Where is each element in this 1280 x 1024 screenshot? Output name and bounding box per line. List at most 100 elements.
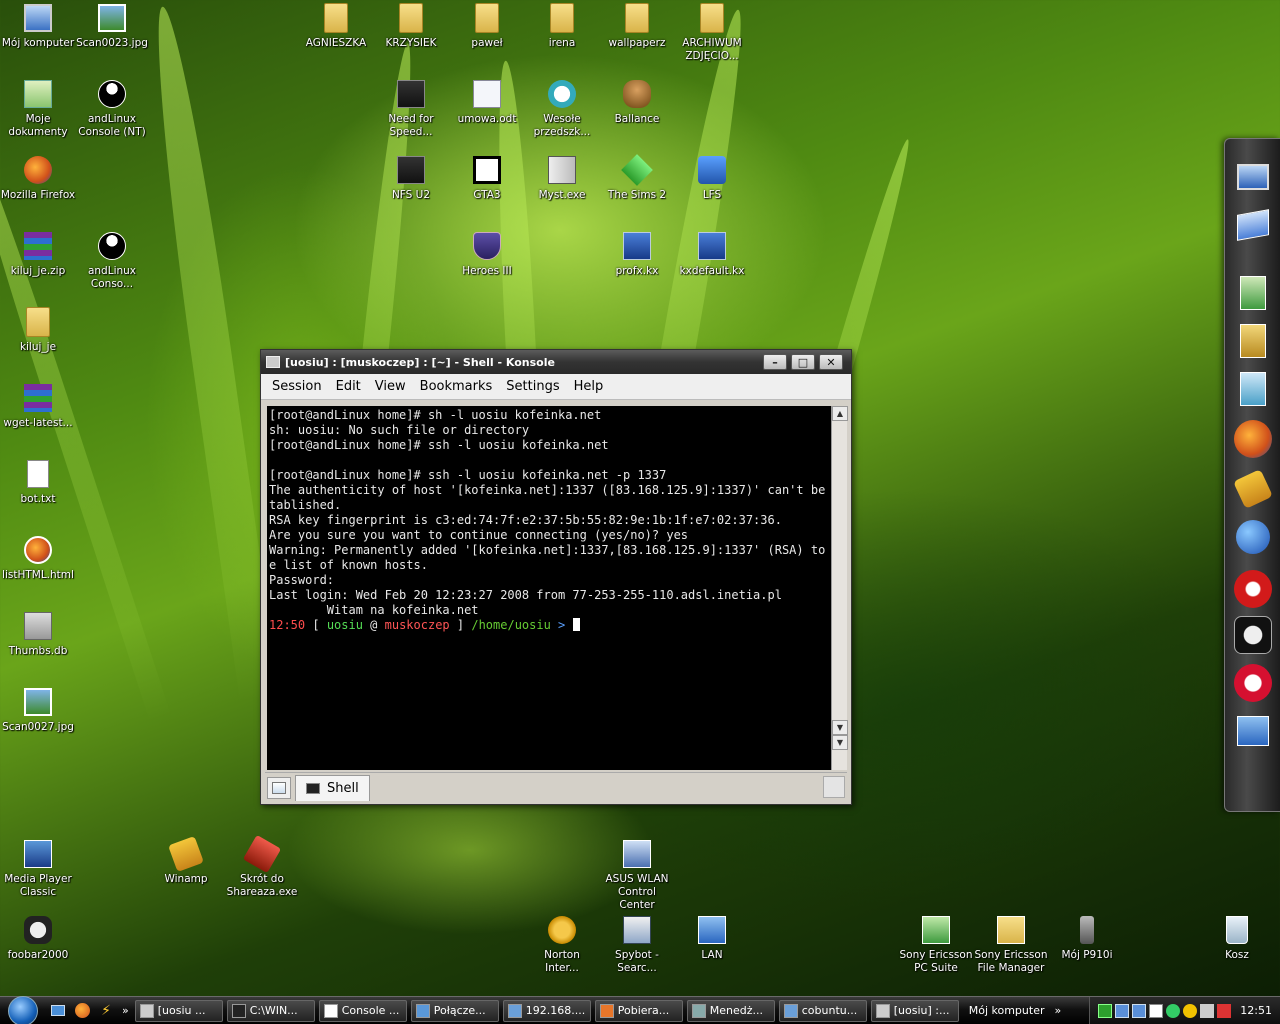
dock-item[interactable]	[1231, 367, 1275, 411]
terminal-scrollbar[interactable]: ▲ ▼ ▼	[831, 406, 848, 770]
taskbar-button[interactable]: [uosiu ...	[134, 999, 223, 1022]
desktop-icon[interactable]: Moje dokumenty	[0, 78, 76, 139]
scroll-bottom-arrow-icon[interactable]: ▼	[832, 735, 848, 750]
desktop-icon[interactable]: kiluj_je.zip	[0, 230, 76, 278]
address-more-icon[interactable]: »	[1055, 1004, 1062, 1017]
taskbar-button[interactable]: cobuntu...	[778, 999, 867, 1022]
desktop-icon[interactable]: andLinux Conso...	[74, 230, 150, 291]
dock-item[interactable]	[1231, 271, 1275, 315]
taskbar-button[interactable]: Menedż...	[686, 999, 775, 1022]
desktop-icon[interactable]: ASUS WLAN Control Center	[599, 838, 675, 912]
dock-item[interactable]	[1231, 155, 1275, 199]
taskbar-button[interactable]: C:\WIN...	[226, 999, 315, 1022]
desktop-icon[interactable]: paweł	[449, 2, 525, 50]
desktop-icon[interactable]: Skrót do Shareaza.exe	[224, 834, 300, 899]
maximize-button[interactable]: □	[791, 354, 815, 370]
dock-item[interactable]	[1231, 515, 1275, 559]
dock-item[interactable]	[1231, 467, 1275, 511]
desktop-icon[interactable]: AGNIESZKA	[298, 2, 374, 50]
dock-item[interactable]	[1231, 613, 1275, 657]
menu-settings[interactable]: Settings	[499, 379, 566, 394]
network-tray-icon-2[interactable]	[1132, 1003, 1147, 1018]
eraser-icon	[1234, 570, 1272, 608]
desktop-icon[interactable]: Mój komputer	[0, 2, 76, 50]
desktop-icon[interactable]: kxdefault.kx	[674, 230, 750, 278]
title-bar[interactable]: [uosiu] : [muskoczep] : [~] - Shell - Ko…	[261, 350, 851, 374]
network-tray-icon[interactable]	[1115, 1003, 1130, 1018]
desktop-icon[interactable]: listHTML.html	[0, 534, 76, 582]
desktop-icon[interactable]: Scan0023.jpg	[74, 2, 150, 50]
security-tray-icon[interactable]	[1217, 1003, 1232, 1018]
menu-help[interactable]: Help	[567, 379, 611, 394]
desktop-icon[interactable]: Thumbs.db	[0, 610, 76, 658]
taskbar-button[interactable]: 192.168....	[502, 999, 591, 1022]
tab-shell[interactable]: Shell	[295, 774, 370, 801]
close-session-button[interactable]	[823, 776, 845, 798]
dock-item[interactable]	[1231, 319, 1275, 363]
desktop-icon[interactable]: Wesołe przedszk...	[524, 78, 600, 139]
quicklaunch-firefox-icon[interactable]	[71, 1000, 93, 1022]
clock[interactable]: 12:51	[1240, 1004, 1272, 1017]
desktop-icon[interactable]: Need for Speed...	[373, 78, 449, 139]
menu-edit[interactable]: Edit	[329, 379, 368, 394]
desktop-icon[interactable]: Spybot - Searc...	[599, 914, 675, 975]
kx-mixer-icon[interactable]	[1149, 1003, 1164, 1018]
desktop-icon[interactable]: Myst.exe	[524, 154, 600, 202]
scroll-down-arrow-icon[interactable]: ▼	[832, 720, 848, 735]
desktop-icon[interactable]: ARCHIWUM ZDJĘCIO...	[674, 2, 750, 63]
desktop-icon[interactable]: LFS	[674, 154, 750, 202]
desktop-icon[interactable]: Scan0027.jpg	[0, 686, 76, 734]
desktop-icon[interactable]: Norton Inter...	[524, 914, 600, 975]
battery-icon[interactable]	[1098, 1003, 1113, 1018]
desktop-icon[interactable]: profx.kx	[599, 230, 675, 278]
dock-item[interactable]	[1231, 567, 1275, 611]
dock-item[interactable]	[1231, 709, 1275, 753]
scroll-up-arrow-icon[interactable]: ▲	[832, 406, 848, 421]
desktop-icon[interactable]: Winamp	[148, 836, 224, 886]
desktop-icon[interactable]: wget-latest...	[0, 382, 76, 430]
scroll-track[interactable]	[832, 421, 847, 720]
terminal-output[interactable]: [root@andLinux home]# sh -l uosiu kofein…	[267, 406, 831, 770]
desktop-icon[interactable]: Kosz	[1199, 914, 1275, 962]
start-button[interactable]	[0, 995, 46, 1024]
dock-item[interactable]	[1231, 417, 1275, 461]
desktop-icon[interactable]: LAN	[674, 914, 750, 962]
address-toolbar[interactable]: Mój komputer	[969, 1004, 1045, 1017]
desktop-icon[interactable]: wallpaperz	[599, 2, 675, 50]
taskbar-button[interactable]: Połącze...	[410, 999, 499, 1022]
desktop-icon[interactable]: foobar2000	[0, 914, 76, 962]
quicklaunch-winamp-icon[interactable]: ⚡	[95, 1000, 117, 1022]
volume-icon[interactable]	[1200, 1003, 1215, 1018]
taskbar-button[interactable]: Pobiera...	[594, 999, 683, 1022]
minimize-button[interactable]: –	[763, 354, 787, 370]
desktop-icon[interactable]: Ballance	[599, 78, 675, 126]
new-session-button[interactable]	[267, 776, 291, 799]
desktop-icon[interactable]: irena	[524, 2, 600, 50]
desktop-icon[interactable]: The Sims 2	[599, 154, 675, 202]
menu-view[interactable]: View	[368, 379, 413, 394]
wireless-icon[interactable]	[1166, 1003, 1181, 1018]
desktop-icon[interactable]: Mój P910i	[1049, 914, 1125, 962]
desktop-icon[interactable]: Sony Ericsson File Manager	[973, 914, 1049, 975]
desktop-icon[interactable]: NFS U2	[373, 154, 449, 202]
desktop-icon[interactable]: Sony Ericsson PC Suite	[898, 914, 974, 975]
menu-session[interactable]: Session	[265, 379, 329, 394]
desktop-icon[interactable]: Heroes III	[449, 230, 525, 278]
desktop-icon[interactable]: bot.txt	[0, 458, 76, 506]
taskbar-button[interactable]: [uosiu] :...	[870, 999, 959, 1022]
close-button[interactable]: ✕	[819, 354, 843, 370]
dock-item[interactable]	[1231, 661, 1275, 705]
desktop-icon[interactable]: Mozilla Firefox	[0, 154, 76, 202]
desktop-icon[interactable]: Media Player Classic	[0, 838, 76, 899]
norton-tray-icon[interactable]	[1183, 1003, 1198, 1018]
taskbar-button[interactable]: Console ...	[318, 999, 407, 1022]
desktop-icon[interactable]: andLinux Console (NT)	[74, 78, 150, 139]
desktop-icon[interactable]: KRZYSIEK	[373, 2, 449, 50]
show-desktop-icon[interactable]	[47, 1000, 69, 1022]
desktop-icon[interactable]: GTA3	[449, 154, 525, 202]
quicklaunch-more-icon[interactable]: »	[122, 1004, 129, 1017]
dock-item[interactable]	[1231, 203, 1275, 247]
desktop-icon[interactable]: kiluj_je	[0, 306, 76, 354]
desktop-icon[interactable]: umowa.odt	[449, 78, 525, 126]
menu-bookmarks[interactable]: Bookmarks	[413, 379, 500, 394]
